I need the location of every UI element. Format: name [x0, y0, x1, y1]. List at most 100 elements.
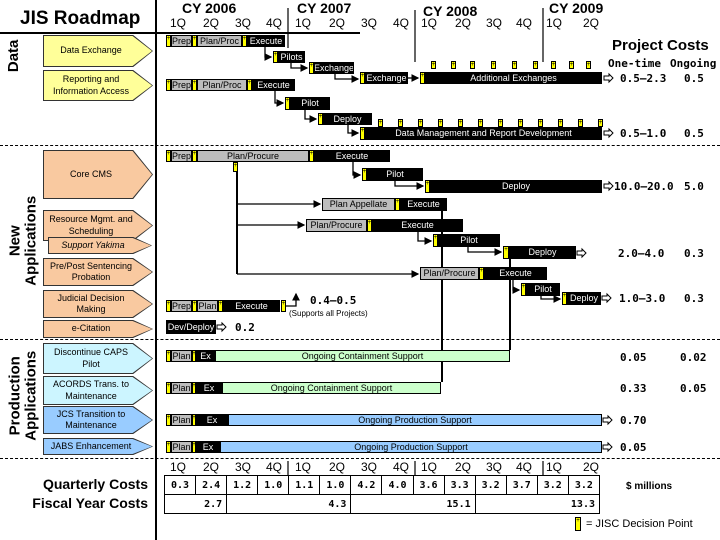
fiscal-year-cost-cell: 15.1	[350, 494, 476, 514]
fiscal-year-cost-cell: 4.3	[226, 494, 352, 514]
project-label-9[interactable]: ACORDS Trans. to Maintenance	[43, 376, 153, 405]
phase-bar[interactable]: Execute	[252, 79, 295, 91]
phase-bar[interactable]: Plan/Procure	[306, 219, 367, 232]
phase-bar[interactable]: Ex	[196, 350, 215, 362]
phase-bar[interactable]: Pilot	[438, 234, 500, 247]
phase-bar[interactable]: Plan/Procure	[197, 150, 309, 162]
decision-point-marker-icon: +	[578, 119, 583, 127]
quarterly-cost-cell: 1.2	[226, 475, 259, 495]
decision-point-marker-icon: +	[538, 119, 543, 127]
phase-bar[interactable]: Ex	[196, 414, 228, 426]
phase-bar[interactable]: Plan	[171, 350, 192, 362]
project-label-2[interactable]: Core CMS	[43, 150, 153, 199]
phase-bar[interactable]: Exchange	[314, 62, 354, 74]
ongoing-cost: 0.5	[684, 127, 704, 140]
decision-point-marker-icon: +	[491, 61, 496, 69]
phase-bar[interactable]: Ex	[196, 382, 222, 394]
project-name: Core CMS	[44, 151, 152, 198]
project-label-6[interactable]: Judicial Decision Making	[43, 290, 153, 318]
decision-point-marker-icon: +	[398, 119, 403, 127]
connector-arrow	[417, 232, 433, 245]
phase-bar[interactable]: Pilot	[290, 97, 330, 110]
phase-bar[interactable]: Deploy	[430, 180, 602, 193]
ongoing-cost: 0.5	[684, 72, 704, 85]
phase-bar[interactable]: Ongoing Containment Support	[222, 382, 441, 394]
roadmap-page: JIS Roadmap CY 2006 CY 2007 CY 2008 CY 2…	[0, 0, 720, 540]
connector-arrow	[512, 280, 521, 294]
project-label-1[interactable]: Reporting and Information Access	[43, 70, 153, 101]
connector-arrow	[304, 110, 318, 123]
phase-bar[interactable]: Ongoing Production Support	[220, 441, 602, 453]
fiscal-year-cost-cell: 2.7	[163, 494, 228, 514]
connector-arrow	[334, 74, 360, 83]
project-label-4[interactable]: Support Yakima	[48, 237, 152, 254]
project-name: Discontinue CAPS Pilot	[44, 344, 152, 373]
phase-bar[interactable]: Dev/Deploy	[166, 320, 216, 334]
continues-arrow-icon	[603, 72, 614, 84]
connector-arrow	[290, 63, 309, 72]
phase-bar[interactable]: Exchange	[365, 72, 408, 84]
phase-bar[interactable]: Execute	[372, 219, 463, 232]
project-label-5[interactable]: Pre/Post Sentencing Probation	[43, 258, 153, 286]
project-label-0[interactable]: Data Exchange	[43, 35, 153, 67]
quarterly-cost-cell: 3.2	[474, 475, 507, 495]
phase-bar[interactable]: Prep	[171, 150, 192, 162]
one-time-cost: 0.05	[620, 441, 647, 454]
phase-bar[interactable]: Plan/Procure	[420, 267, 479, 280]
decision-point-marker-icon: +	[498, 119, 503, 127]
connector-arrow	[274, 91, 285, 107]
quarterly-cost-cell: 1.1	[288, 475, 321, 495]
one-time-cost: 0.2	[235, 321, 255, 334]
phase-bar[interactable]: Plan	[171, 441, 192, 453]
decision-point-marker-icon: +	[418, 119, 423, 127]
phase-bar[interactable]: Plan	[197, 300, 218, 312]
project-label-11[interactable]: JABS Enhancement	[43, 438, 153, 455]
decision-point-marker-icon: +	[586, 61, 591, 69]
decision-point-marker-icon: +	[512, 61, 517, 69]
connector-arrow	[264, 47, 273, 61]
one-time-cost: 0.05	[620, 351, 647, 364]
one-time-cost: 0.70	[620, 414, 647, 427]
units-label: $ millions	[626, 481, 673, 492]
project-name: Reporting and Information Access	[44, 71, 152, 100]
continues-arrow-icon	[216, 321, 227, 333]
project-name: Support Yakima	[49, 238, 151, 253]
phase-bar[interactable]: Pilot	[526, 283, 560, 296]
phase-bar[interactable]: Pilots	[278, 51, 305, 63]
phase-bar[interactable]: Execute	[400, 198, 447, 211]
phase-bar[interactable]: Execute	[314, 150, 390, 162]
project-label-3[interactable]: Resource Mgmt. and Scheduling	[43, 210, 153, 241]
phase-bar[interactable]: Deploy	[567, 292, 601, 305]
connector-arrow	[286, 292, 300, 307]
phase-bar[interactable]: Ongoing Containment Support	[215, 350, 510, 362]
phase-bar[interactable]: Additional Exchanges	[425, 72, 602, 84]
decision-point-marker-icon: +	[458, 119, 463, 127]
project-label-7[interactable]: e-Citation	[43, 320, 153, 338]
phase-bar[interactable]: Plan/Proc	[197, 79, 247, 91]
phase-bar[interactable]: Deploy	[323, 113, 372, 125]
continues-arrow-icon	[603, 127, 614, 139]
phase-bar[interactable]: Plan/Proc	[197, 35, 242, 47]
phase-bar[interactable]: Prep	[171, 79, 192, 91]
quarterly-cost-cell: 3.2	[567, 475, 601, 495]
phase-bar[interactable]: Plan	[171, 414, 192, 426]
continues-arrow-icon	[603, 180, 614, 192]
phase-bar[interactable]: Execute	[484, 267, 547, 280]
phase-bar[interactable]: Plan Appellate	[322, 198, 395, 211]
decision-point-marker-icon: +	[451, 61, 456, 69]
phase-bar[interactable]: Deploy	[509, 246, 576, 259]
phase-bar[interactable]: Pilot	[367, 168, 423, 181]
phase-bar[interactable]: Execute	[223, 300, 280, 312]
quarterly-cost-cell: 3.6	[412, 475, 445, 495]
project-label-8[interactable]: Discontinue CAPS Pilot	[43, 343, 153, 374]
phase-bar[interactable]: Prep	[171, 300, 192, 312]
phase-bar[interactable]: Ex	[196, 441, 220, 453]
project-label-10[interactable]: JCS Transition to Maintenance	[43, 406, 153, 434]
one-time-cost: 10.0–20.0	[614, 180, 674, 193]
phase-bar[interactable]: Execute	[247, 35, 285, 47]
phase-bar[interactable]: Data Management and Report Development	[365, 127, 602, 140]
phase-bar[interactable]: Plan	[171, 382, 192, 394]
phase-bar[interactable]: Prep	[171, 35, 192, 47]
phase-bar[interactable]: Ongoing Production Support	[228, 414, 602, 426]
decision-point-marker-icon: +	[478, 119, 483, 127]
